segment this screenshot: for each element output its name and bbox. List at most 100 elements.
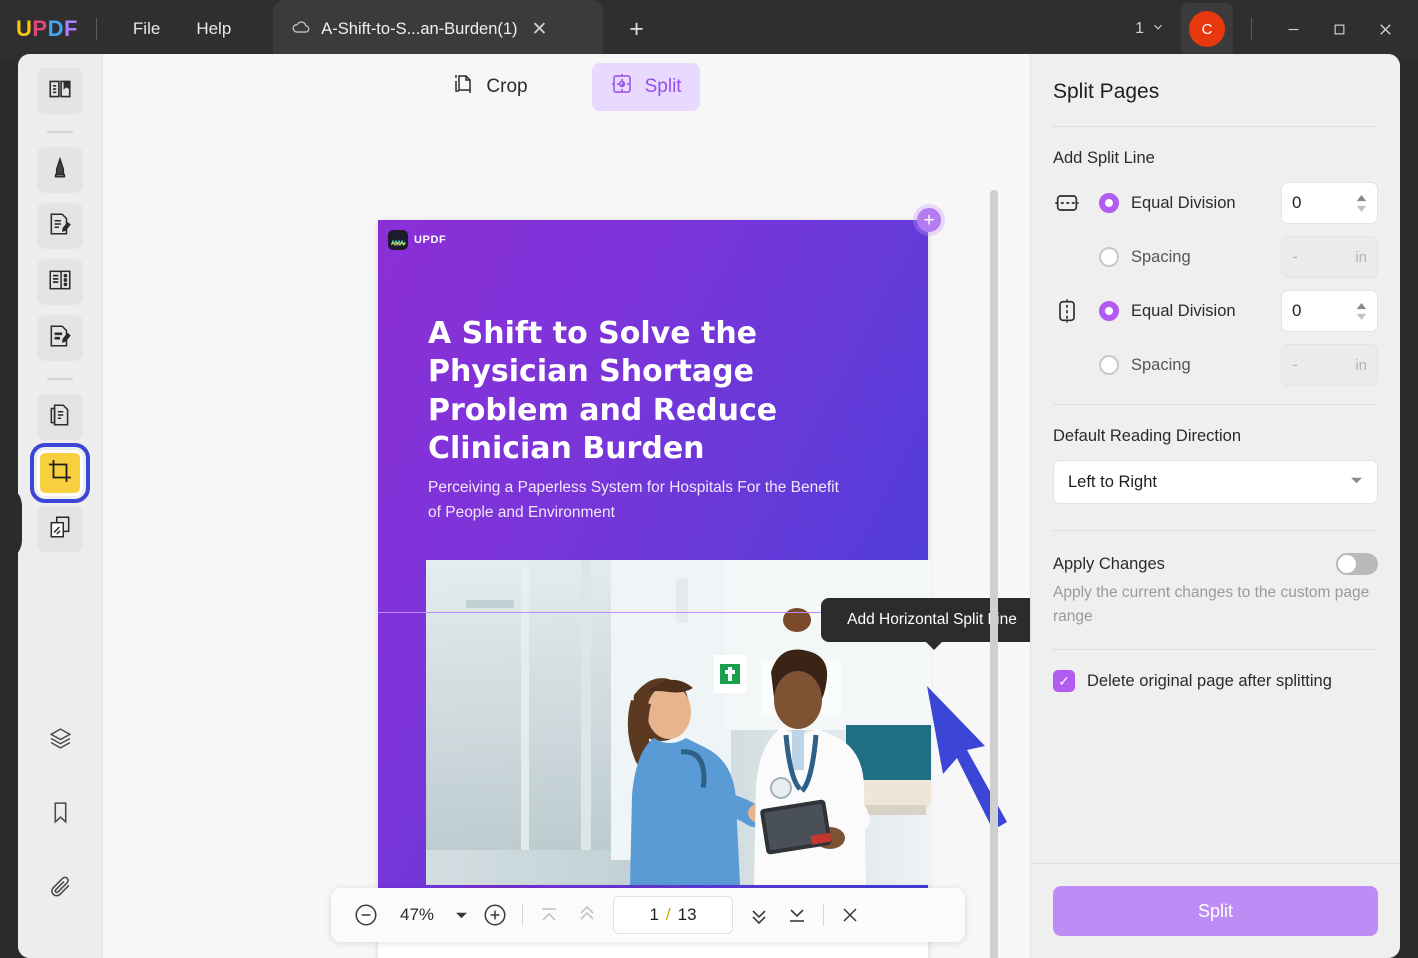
sidebar-item-edit-pdf[interactable]: [37, 203, 83, 249]
horizontal-spacing-row: Spacing - in: [1053, 236, 1378, 278]
highlighter-icon: [47, 155, 73, 186]
horizontal-spacing-value: -: [1292, 247, 1298, 267]
pdf-page[interactable]: UPDF A Shift to Solve the Physician Shor…: [378, 220, 928, 958]
menu-help[interactable]: Help: [178, 13, 249, 45]
stepper-icon[interactable]: [1356, 195, 1367, 212]
minimize-icon[interactable]: [1270, 9, 1316, 49]
sidebar-item-bookmarks[interactable]: [37, 792, 83, 838]
vertical-equal-division-radio[interactable]: [1099, 301, 1119, 321]
window-count-selector[interactable]: 1: [1127, 14, 1173, 45]
toolbar-divider: [522, 904, 523, 926]
horizontal-equal-division-radio[interactable]: [1099, 193, 1119, 213]
zoom-out-icon[interactable]: [353, 902, 379, 928]
bookmark-icon: [48, 800, 73, 830]
vertical-equal-division-label: Equal Division: [1131, 302, 1281, 321]
menu-file[interactable]: File: [115, 13, 178, 45]
add-vertical-split-line-button[interactable]: +: [917, 208, 941, 232]
horizontal-spacing-radio[interactable]: [1099, 247, 1119, 267]
title-bar: UPDF File Help A-Shift-to-S...an-Burden(…: [0, 0, 1418, 58]
reading-direction-select[interactable]: Left to Right: [1053, 460, 1378, 504]
vertical-equal-division-value: 0: [1292, 301, 1301, 321]
app-shell: Crop Split: [18, 54, 1400, 958]
avatar-container[interactable]: C: [1181, 3, 1233, 55]
document-title: A Shift to Solve the Physician Shortage …: [428, 315, 848, 469]
maximize-icon[interactable]: [1316, 9, 1362, 49]
reading-direction-value: Left to Right: [1068, 473, 1157, 492]
sidebar-item-annotate[interactable]: [37, 147, 83, 193]
compare-pages-icon: [47, 514, 73, 545]
panel-divider-4: [1053, 649, 1378, 650]
page-separator: /: [666, 905, 671, 925]
first-page-icon[interactable]: [537, 903, 561, 927]
delete-original-label: Delete original page after splitting: [1087, 672, 1332, 691]
layers-icon: [48, 726, 73, 756]
horizontal-equal-division-input[interactable]: 0: [1281, 182, 1378, 224]
sidebar-item-compare[interactable]: [37, 506, 83, 552]
document-tab-title: A-Shift-to-S...an-Burden(1): [321, 20, 517, 39]
page-navigation-toolbar: 47% 1 / 13: [331, 888, 965, 942]
panel-divider-2: [1053, 404, 1378, 405]
titlebar-divider: [96, 18, 97, 40]
horizontal-equal-division-value: 0: [1292, 193, 1301, 213]
panel-title: Split Pages: [1053, 54, 1378, 126]
avatar: C: [1189, 11, 1225, 47]
zoom-in-icon[interactable]: [482, 902, 508, 928]
apply-changes-toggle[interactable]: [1336, 553, 1378, 575]
cloud-icon: [291, 17, 311, 42]
panel-content: Split Pages Add Split Line Equal Divisio…: [1031, 54, 1400, 863]
sidebar-item-crop[interactable]: [37, 450, 83, 496]
page-total: 13: [678, 905, 697, 925]
close-icon[interactable]: ✕: [528, 18, 552, 41]
delete-original-checkbox[interactable]: ✓: [1053, 670, 1075, 692]
stepper-icon[interactable]: [1356, 303, 1367, 320]
document-logo-mark: [388, 230, 408, 250]
document-tab[interactable]: A-Shift-to-S...an-Burden(1) ✕: [273, 0, 603, 58]
crop-page-icon: [451, 72, 475, 102]
logo-letter-d: D: [48, 16, 64, 42]
close-icon[interactable]: [838, 903, 862, 927]
tab-crop[interactable]: Crop: [433, 63, 545, 111]
next-page-icon[interactable]: [747, 903, 771, 927]
zoom-level-value[interactable]: 47%: [393, 905, 441, 925]
page-indicator[interactable]: 1 / 13: [613, 896, 733, 934]
sidebar-item-page-tools[interactable]: [37, 259, 83, 305]
last-page-icon[interactable]: [785, 903, 809, 927]
chevron-down-icon: [1151, 20, 1165, 39]
vertical-spacing-input[interactable]: - in: [1281, 344, 1378, 386]
sidebar-item-reader[interactable]: [37, 68, 83, 114]
tab-split-label: Split: [645, 76, 682, 98]
toggle-knob: [1338, 555, 1356, 573]
vertical-equal-division-input[interactable]: 0: [1281, 290, 1378, 332]
book-reader-icon: [47, 76, 73, 107]
vertical-split-icon: [1053, 297, 1099, 325]
edit-document-icon: [47, 211, 73, 242]
vertical-spacing-radio[interactable]: [1099, 355, 1119, 375]
chevron-down-icon[interactable]: [455, 909, 468, 922]
page-current: 1: [649, 905, 658, 925]
tab-crop-label: Crop: [486, 76, 527, 98]
panel-collapse-handle[interactable]: [18, 484, 22, 562]
document-logo: UPDF: [388, 230, 446, 250]
sidebar-item-form[interactable]: [37, 315, 83, 361]
horizontal-equal-division-label: Equal Division: [1131, 194, 1281, 213]
vertical-scrollbar[interactable]: [990, 190, 998, 958]
sidebar-item-convert[interactable]: [37, 394, 83, 440]
panel-divider-3: [1053, 530, 1378, 531]
plus-icon[interactable]: +: [621, 17, 652, 42]
vertical-spacing-value: -: [1292, 355, 1298, 375]
sidebar-bottom-group: [37, 718, 83, 958]
toolbar-divider-2: [823, 904, 824, 926]
previous-page-icon[interactable]: [575, 903, 599, 927]
horizontal-spacing-input[interactable]: - in: [1281, 236, 1378, 278]
delete-original-row: ✓ Delete original page after splitting: [1053, 670, 1378, 692]
sidebar-item-attachments[interactable]: [37, 866, 83, 912]
horizontal-spacing-label: Spacing: [1131, 248, 1281, 267]
tab-split[interactable]: Split: [592, 63, 700, 111]
panel-divider-1: [1053, 126, 1378, 127]
add-split-line-label: Add Split Line: [1053, 149, 1378, 168]
close-icon[interactable]: [1362, 9, 1408, 49]
left-toolbar: [18, 54, 103, 958]
sidebar-item-layers[interactable]: [37, 718, 83, 764]
logo-letter-p: P: [32, 16, 47, 42]
split-button[interactable]: Split: [1053, 886, 1378, 936]
